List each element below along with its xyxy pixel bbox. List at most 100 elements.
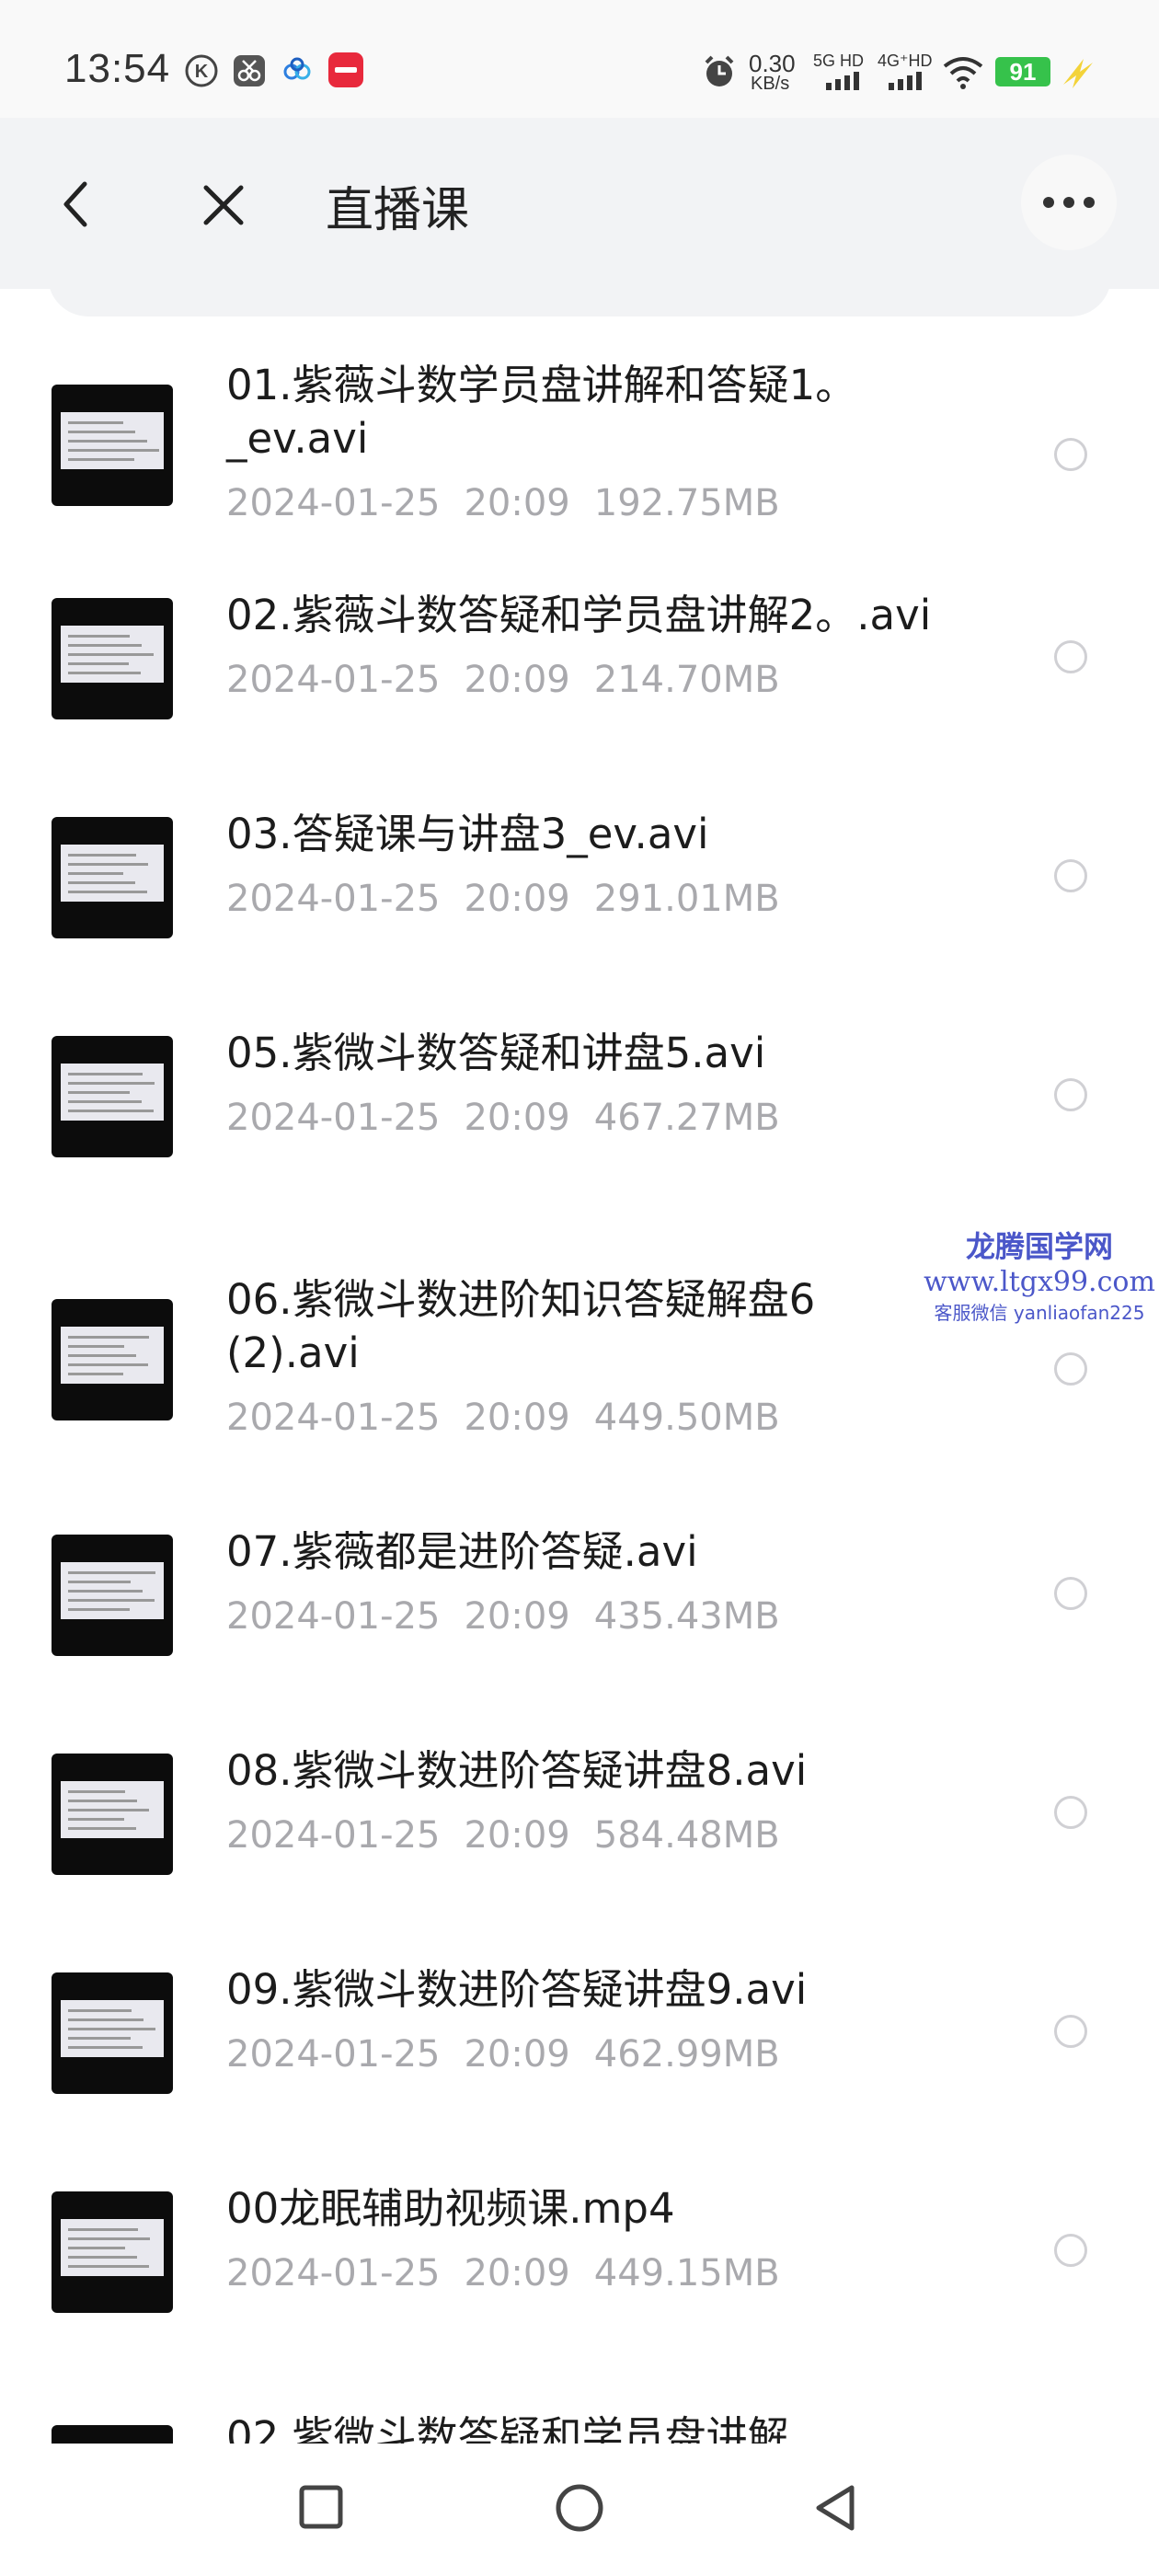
list-item[interactable]: 07.紫薇都是进阶答疑.avi 2024-01-25 20:09 435.43MB xyxy=(0,1525,1159,1663)
thumbnail-line xyxy=(68,1571,155,1574)
thumbnail-preview xyxy=(61,626,164,683)
list-item[interactable]: 08.紫微斗数进阶答疑讲盘8.avi 2024-01-25 20:09 584.48M… xyxy=(0,1744,1159,1882)
thumbnail-line xyxy=(68,854,136,857)
file-time: 20:09 xyxy=(464,878,570,920)
watermark-url: www.ltgx99.com xyxy=(924,1266,1155,1298)
thumbnail-line xyxy=(68,1581,131,1583)
file-name: 09.紫微斗数进阶答疑讲盘9.avi xyxy=(226,1965,808,2014)
more-horizontal-icon xyxy=(1043,197,1095,208)
video-thumbnail xyxy=(52,1299,173,1420)
list-item-partial[interactable]: 02.紫微斗数答疑和学员盘讲解 xyxy=(0,2398,1159,2444)
file-meta: 2024-01-25 20:09 192.75MB xyxy=(226,482,780,524)
back-button[interactable] xyxy=(57,178,94,230)
file-size: 214.70MB xyxy=(593,659,780,701)
select-radio[interactable] xyxy=(1054,1577,1087,1610)
file-name: 08.紫微斗数进阶答疑讲盘8.avi xyxy=(226,1746,808,1795)
alarm-icon xyxy=(705,55,734,86)
signal-icon xyxy=(826,72,859,90)
thumbnail-preview xyxy=(61,1781,164,1838)
watermark: 龙腾国学网 www.ltgx99.com 客服微信 yanliaofan225 xyxy=(920,1224,1159,1325)
file-meta: 2024-01-25 20:09 449.15MB xyxy=(226,2252,780,2294)
close-button[interactable] xyxy=(201,182,247,228)
thumbnail-line xyxy=(68,458,134,461)
status-bar: 13:54 K 0.30 KB/s 5G HD 4G⁺HD 91 xyxy=(0,0,1159,118)
search-bar-remnant xyxy=(48,276,1111,316)
thumbnail-line xyxy=(68,449,159,452)
video-thumbnail xyxy=(52,2191,173,2313)
select-radio[interactable] xyxy=(1054,1796,1087,1829)
charging-icon xyxy=(1063,59,1093,88)
video-thumbnail xyxy=(52,1972,173,2094)
thumbnail-line xyxy=(68,1100,142,1103)
thumbnail-line xyxy=(68,2009,132,2012)
file-date: 2024-01-25 xyxy=(226,1814,441,1857)
file-time: 20:09 xyxy=(464,1397,570,1439)
select-radio[interactable] xyxy=(1054,1352,1087,1386)
thumbnail-line xyxy=(68,431,135,433)
list-item[interactable]: 09.紫微斗数进阶答疑讲盘9.avi 2024-01-25 20:09 462.99M… xyxy=(0,1963,1159,2101)
more-menu-button[interactable] xyxy=(1021,155,1117,250)
thumbnail-preview xyxy=(61,412,164,469)
file-date: 2024-01-25 xyxy=(226,1397,441,1439)
watermark-title: 龙腾国学网 xyxy=(965,1229,1113,1264)
thumbnail-line xyxy=(68,1809,149,1811)
thumbnail-line xyxy=(68,2256,137,2259)
file-size: 435.43MB xyxy=(593,1595,780,1638)
select-radio[interactable] xyxy=(1054,859,1087,892)
file-name: 07.紫薇都是进阶答疑.avi xyxy=(226,1527,698,1576)
file-date: 2024-01-25 xyxy=(226,1595,441,1638)
list-item[interactable]: 05.紫微斗数答疑和讲盘5.avi 2024-01-25 20:09 467.27MB xyxy=(0,1027,1159,1165)
select-radio[interactable] xyxy=(1054,438,1087,471)
thumbnail-line xyxy=(68,1818,124,1821)
thumbnail-line xyxy=(68,635,130,638)
list-item[interactable]: 02.紫薇斗数答疑和学员盘讲解2。.avi 2024-01-25 20:09 214.… xyxy=(0,589,1159,727)
file-time: 20:09 xyxy=(464,1814,570,1857)
file-date: 2024-01-25 xyxy=(226,1097,441,1139)
video-thumbnail xyxy=(52,1036,173,1157)
select-radio[interactable] xyxy=(1054,640,1087,673)
list-item[interactable]: 00龙眠辅助视频课.mp4 2024-01-25 20:09 449.15MB xyxy=(0,2182,1159,2320)
list-item[interactable]: 01.紫薇斗数学员盘讲解和答疑1。 _ev.avi 2024-01-25 20:09… xyxy=(0,359,1159,543)
list-item[interactable]: 03.答疑课与讲盘3_ev.avi 2024-01-25 20:09 291.01MB xyxy=(0,808,1159,946)
thumbnail-preview xyxy=(61,1562,164,1619)
thumbnail-line xyxy=(68,1091,130,1094)
file-meta: 2024-01-25 20:09 462.99MB xyxy=(226,2033,780,2076)
thumbnail-line xyxy=(68,2046,143,2049)
thumbnail-line xyxy=(68,1373,123,1375)
circle-home-icon[interactable] xyxy=(554,2482,605,2534)
file-name: 06.紫微斗数进阶知识答疑解盘6 (2).avi xyxy=(226,1275,816,1377)
select-radio[interactable] xyxy=(1054,2015,1087,2048)
file-name: 00龙眠辅助视频课.mp4 xyxy=(226,2184,675,2233)
square-recents-icon[interactable] xyxy=(298,2484,344,2530)
video-thumbnail xyxy=(52,2425,173,2444)
thumbnail-line xyxy=(68,1790,125,1793)
wifi-icon xyxy=(943,57,983,89)
file-time: 20:09 xyxy=(464,2033,570,2076)
file-meta: 2024-01-25 20:09 214.70MB xyxy=(226,659,780,701)
file-size: 467.27MB xyxy=(593,1097,780,1139)
triangle-back-icon[interactable] xyxy=(811,2482,863,2534)
thumbnail-line xyxy=(68,1073,143,1075)
thumbnail-line xyxy=(68,662,129,665)
thumbnail-line xyxy=(68,1336,149,1339)
thumbnail-line xyxy=(68,1800,137,1802)
video-thumbnail xyxy=(52,385,173,506)
k-circle-icon: K xyxy=(185,54,218,87)
thumbnail-line xyxy=(68,1590,143,1593)
thumbnail-line xyxy=(68,2237,150,2240)
thumbnail-preview xyxy=(61,1064,164,1121)
file-size: 449.50MB xyxy=(593,1397,780,1439)
file-time: 20:09 xyxy=(464,2252,570,2294)
file-size: 449.15MB xyxy=(593,2252,780,2294)
xiaohongshu-app-icon xyxy=(328,52,363,87)
thumbnail-line xyxy=(68,644,142,647)
video-thumbnail xyxy=(52,598,173,719)
select-radio[interactable] xyxy=(1054,1078,1087,1111)
thumbnail-line xyxy=(68,2028,155,2030)
thumbnail-line xyxy=(68,1354,136,1357)
thumbnail-line xyxy=(68,1345,124,1348)
file-size: 192.75MB xyxy=(593,482,780,524)
select-radio[interactable] xyxy=(1054,2234,1087,2267)
thumbnail-line xyxy=(68,891,147,893)
file-name: 05.紫微斗数答疑和讲盘5.avi xyxy=(226,1029,766,1077)
